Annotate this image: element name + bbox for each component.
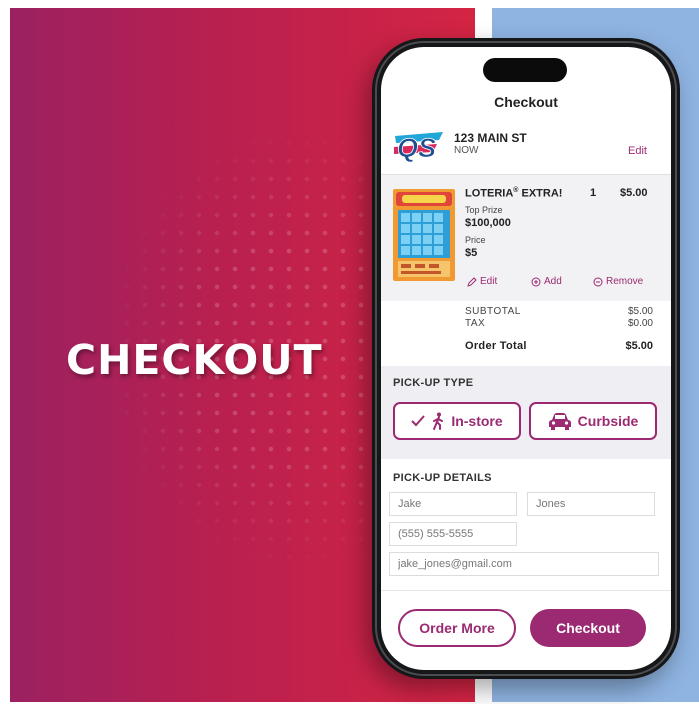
top-prize-value: $100,000 [465,217,511,229]
phone-field[interactable] [389,522,517,546]
in-store-option-button[interactable]: In-store [393,402,521,440]
phone-screen: Checkout QS 123 MAIN ST NOW Edit LOTERIA [381,47,671,670]
edit-store-link[interactable]: Edit [628,145,647,157]
curbside-label: Curbside [577,413,639,429]
last-name-field[interactable] [527,492,655,516]
pickup-time: NOW [454,145,479,156]
dynamic-island [483,58,567,82]
item-name: LOTERIA® EXTRA! [465,187,563,200]
add-item-button[interactable]: Add [531,276,562,287]
plus-circle-icon [531,277,541,286]
pickup-details-heading: PICK-UP DETAILS [393,472,492,484]
phone-device: Checkout QS 123 MAIN ST NOW Edit LOTERIA [372,38,680,679]
email-field[interactable] [389,552,659,576]
store-logo-icon: QS [394,132,443,163]
order-more-button[interactable]: Order More [398,609,516,647]
in-store-label: In-store [451,413,503,429]
order-total-value: $5.00 [625,340,653,352]
tax-value: $0.00 [627,318,653,329]
edit-item-button[interactable]: Edit [467,276,497,287]
order-total-label: Order Total [465,340,527,352]
curbside-option-button[interactable]: Curbside [529,402,657,440]
tax-label: TAX [465,318,486,329]
price-value: $5 [465,247,478,259]
pickup-type-heading: PICK-UP TYPE [393,377,474,389]
first-name-field[interactable] [389,492,517,516]
banner-title: CHECKOUT [66,336,323,384]
subtotal-value: $5.00 [627,306,653,317]
minus-circle-icon [593,277,603,286]
checkout-button[interactable]: Checkout [530,609,646,647]
car-icon [548,413,571,430]
item-price: $5.00 [620,187,648,199]
item-quantity: 1 [590,187,597,199]
page-title: Checkout [494,94,558,110]
divider [381,590,671,591]
walking-person-icon [433,412,444,430]
checkmark-icon [411,415,426,427]
remove-item-label: Remove [606,276,644,287]
top-prize-label: Top Prize [465,205,503,215]
add-item-label: Add [544,276,562,287]
scratch-ticket-image [393,189,455,281]
subtotal-label: SUBTOTAL [465,306,521,317]
svg-text:QS: QS [397,133,436,163]
price-label: Price [465,235,486,245]
remove-item-button[interactable]: Remove [593,276,643,287]
pencil-icon [467,276,477,287]
edit-item-label: Edit [480,276,498,287]
store-name: 123 MAIN ST [454,131,527,145]
